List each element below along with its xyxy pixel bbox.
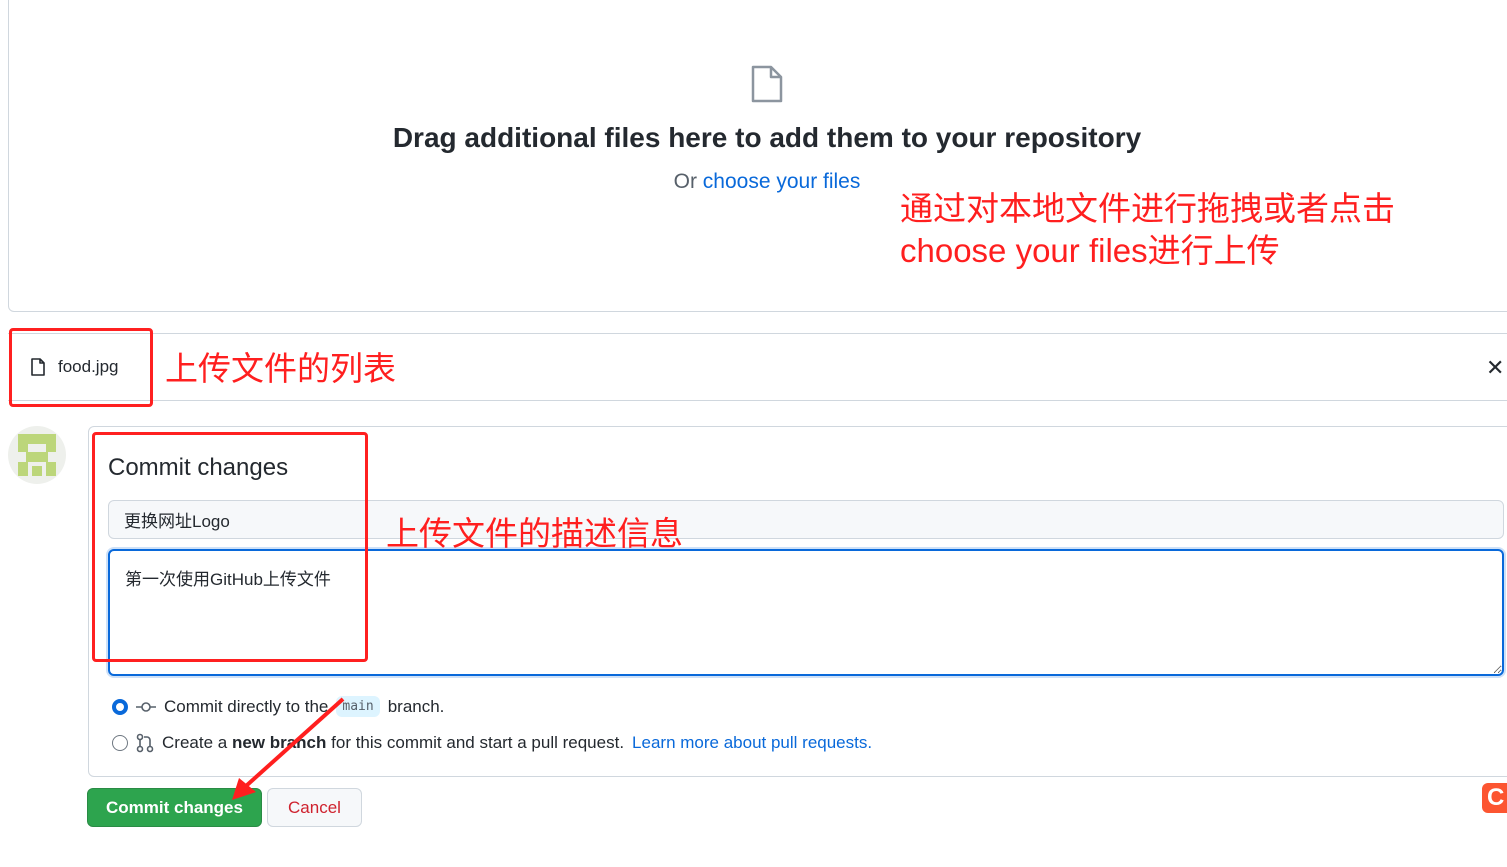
watermark-logo: C [1482, 783, 1507, 813]
annotation-arrow-icon [232, 697, 345, 800]
